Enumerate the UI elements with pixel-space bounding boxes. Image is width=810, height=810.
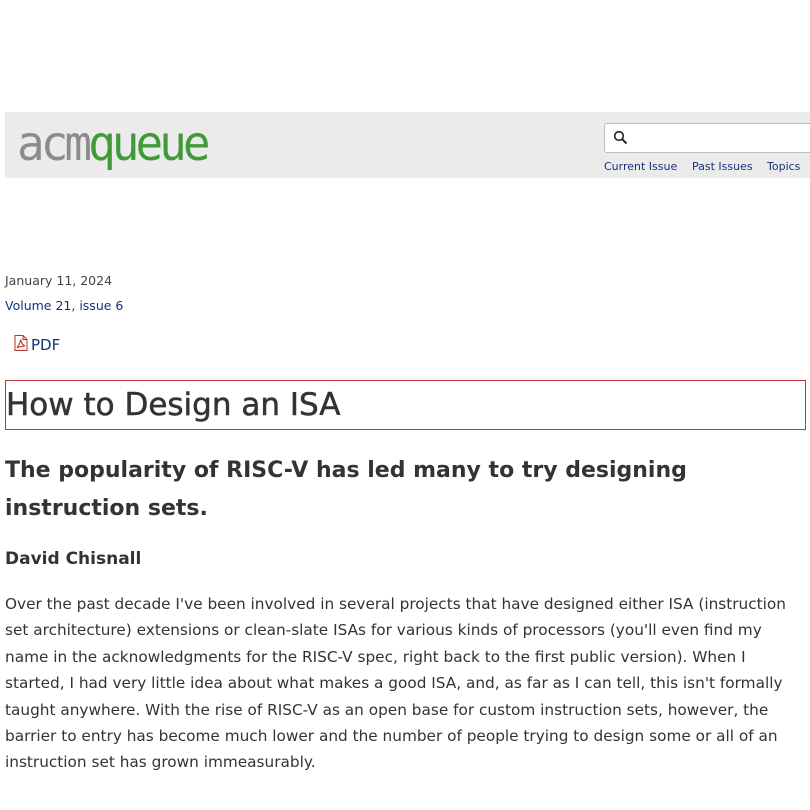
author-name: David Chisnall <box>5 549 142 569</box>
search-icon[interactable] <box>613 130 628 145</box>
search-box <box>604 123 810 153</box>
nav-past-issues[interactable]: Past Issues <box>692 160 753 173</box>
nav-label: Past Issues <box>692 160 753 173</box>
article-body-paragraph: Over the past decade I've been involved … <box>5 595 786 772</box>
acmqueue-logo[interactable]: acmqueue <box>17 114 211 172</box>
pdf-icon <box>14 335 28 351</box>
volume-link[interactable]: Volume 21, issue 6 <box>5 298 123 313</box>
logo-acm-text: acm <box>17 114 92 172</box>
title-frame: How to Design an ISA <box>5 380 806 430</box>
article-subtitle: The popularity of RISC-V has led many to… <box>5 458 687 521</box>
nav-topics[interactable]: Topics <box>767 160 800 173</box>
site-header: acmqueue Current Issue Past Issues Topic… <box>5 112 810 178</box>
publish-date: January 11, 2024 <box>5 273 113 288</box>
pdf-label: PDF <box>31 336 61 354</box>
nav-label: Current Issue <box>604 160 678 173</box>
nav-label: Topics <box>767 160 801 173</box>
article-title: How to Design an ISA <box>6 387 341 424</box>
search-input[interactable] <box>635 126 809 150</box>
pdf-link[interactable]: PDF <box>14 335 60 354</box>
nav-current-issue[interactable]: Current Issue <box>604 160 677 173</box>
logo-queue-text: queue <box>88 114 211 172</box>
